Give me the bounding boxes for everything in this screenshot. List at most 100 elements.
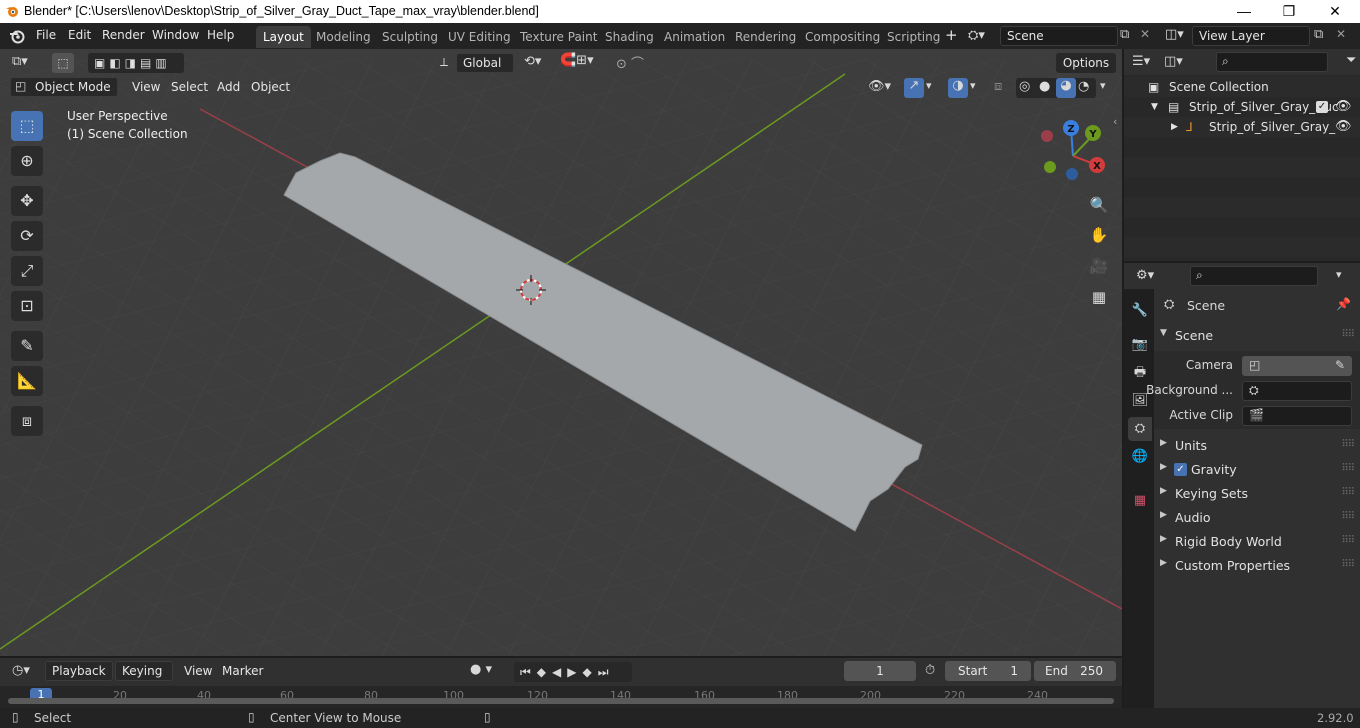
exclude-checkbox[interactable]: ✓ [1316, 101, 1328, 113]
expand-arrow-icon[interactable]: ▼ [1151, 97, 1158, 117]
editor-type-icon[interactable]: ⧉▾ [12, 54, 28, 69]
properties-search-input[interactable] [1190, 266, 1318, 286]
properties-options-icon[interactable]: ▾ [1336, 268, 1342, 281]
outliner-row-collection[interactable]: ▼ ▤ Strip_of_Silver_Gray_Duc ✓ 👁 [1124, 97, 1360, 117]
maximize-button[interactable]: ❐ [1266, 0, 1312, 23]
tab-uv-editing[interactable]: UV Editing [441, 26, 518, 48]
add-cube-tool-icon[interactable]: ⧈ [11, 406, 43, 436]
outliner-row-scene-collection[interactable]: ▣ Scene Collection [1124, 77, 1360, 97]
camera-view-icon[interactable]: 🎥 [1086, 253, 1112, 279]
xray-toggle-icon[interactable]: ⧈ [994, 79, 1002, 94]
overlay-toggle-icon[interactable]: ◑ [948, 78, 968, 98]
pivot-point-icon[interactable]: ⟲▾ [524, 54, 541, 69]
tab-layout[interactable]: Layout [256, 26, 311, 48]
solid-shading-icon[interactable]: ● [1039, 79, 1050, 94]
timeline-menu-marker[interactable]: Marker [222, 664, 263, 678]
selection-mode-icons[interactable]: ▣◧◨▤▥ [88, 53, 184, 73]
remove-scene-icon[interactable]: ✕ [1140, 27, 1150, 41]
minimize-button[interactable]: — [1221, 0, 1267, 23]
view-layer-icon[interactable]: ◫▾ [1165, 27, 1184, 42]
gizmo-dropdown-icon[interactable]: ▾ [926, 79, 932, 92]
gizmo-toggle-icon[interactable]: ↗ [904, 78, 924, 98]
eyedropper-icon[interactable]: ✎ [1335, 358, 1345, 372]
orientation-icon[interactable]: ⟂ [440, 55, 448, 70]
options-dropdown[interactable]: Options [1056, 53, 1116, 73]
viewport-menu-object[interactable]: Object [251, 80, 290, 94]
scene-selector[interactable]: Scene [1000, 26, 1118, 46]
close-window-button[interactable]: ✕ [1312, 0, 1358, 23]
scene-tab-icon[interactable]: ⛭ [1128, 417, 1152, 441]
view-layer-selector[interactable]: View Layer [1192, 26, 1310, 46]
eye-icon[interactable]: 👁 [1335, 117, 1352, 137]
playback-menu[interactable]: Playback [45, 661, 113, 681]
overlay-dropdown-icon[interactable]: ▾ [970, 79, 976, 92]
menu-window[interactable]: Window [152, 28, 199, 42]
audio-panel-header[interactable]: ▶ Audio ⠿⠿ [1154, 506, 1360, 530]
transform-orientation-dropdown[interactable]: Global [456, 53, 514, 73]
eye-icon[interactable]: 👁 [1335, 97, 1352, 117]
current-frame-field[interactable]: 1 [844, 661, 916, 681]
start-frame-field[interactable]: Start 1 [945, 661, 1031, 681]
rendered-shading-icon[interactable]: ◔ [1078, 79, 1089, 94]
add-workspace-icon[interactable]: + [945, 26, 958, 44]
select-tool-icon[interactable]: ⬚ [52, 53, 74, 73]
transform-tool-icon[interactable]: ⊡ [11, 291, 43, 321]
texture-tab-icon[interactable]: ▦ [1128, 489, 1152, 513]
render-tab-icon[interactable]: 📷 [1128, 333, 1152, 357]
pin-icon[interactable]: 📌 [1336, 297, 1351, 311]
outliner-search-input[interactable] [1216, 52, 1328, 72]
world-tab-icon[interactable]: 🌐 [1128, 445, 1152, 469]
sidebar-toggle-icon[interactable]: ‹ [1113, 115, 1117, 128]
scene-panel-header[interactable]: ▼ Scene ⠿⠿ [1154, 324, 1360, 348]
keying-menu[interactable]: Keying [115, 661, 173, 681]
viewport-menu-add[interactable]: Add [217, 80, 240, 94]
tab-animation[interactable]: Animation [657, 26, 732, 48]
cursor-tool-icon[interactable]: ⊕ [11, 146, 43, 176]
ortho-toggle-icon[interactable]: ▦ [1086, 284, 1112, 310]
blender-menu-icon[interactable] [9, 28, 25, 44]
timeline-ruler[interactable]: 1 20 40 60 80 100 120 140 160 180 200 22… [0, 686, 1122, 708]
visibility-icon[interactable]: 👁▾ [868, 79, 891, 94]
menu-render[interactable]: Render [102, 28, 145, 42]
stopwatch-icon[interactable]: ⏱ [925, 663, 935, 678]
units-panel-header[interactable]: ▶ Units ⠿⠿ [1154, 434, 1360, 458]
tab-texture-paint[interactable]: Texture Paint [513, 26, 604, 48]
material-shading-icon[interactable]: ◕ [1056, 78, 1076, 98]
menu-edit[interactable]: Edit [68, 28, 91, 42]
tool-tab-icon[interactable]: 🔧 [1128, 299, 1152, 323]
snap-icon[interactable]: 🧲⊞▾ [560, 53, 594, 68]
move-tool-icon[interactable]: ✥ [11, 186, 43, 216]
rigid-body-world-panel-header[interactable]: ▶ Rigid Body World ⠿⠿ [1154, 530, 1360, 554]
output-tab-icon[interactable]: 🖶 [1128, 361, 1152, 385]
scale-tool-icon[interactable]: ⤢ [11, 256, 43, 286]
3d-viewport[interactable]: Z Y X ⧉▾ ⬚ ▣◧◨▤▥ ⟂ Global ⟲▾ 🧲⊞▾ ⊙ ⌒ Opt… [0, 49, 1122, 656]
outliner-row-object[interactable]: ▶ ⅃ Strip_of_Silver_Gray_ 👁 [1124, 117, 1360, 137]
properties-editor-type-icon[interactable]: ⚙▾ [1136, 268, 1154, 283]
tab-sculpting[interactable]: Sculpting [375, 26, 445, 48]
keying-sets-panel-header[interactable]: ▶ Keying Sets ⠿⠿ [1154, 482, 1360, 506]
filter-icon[interactable]: ⏷ [1346, 53, 1356, 68]
scene-icon[interactable]: ⛭▾ [968, 28, 985, 43]
timeline-menu-view[interactable]: View [184, 664, 212, 678]
tab-modeling[interactable]: Modeling [309, 26, 378, 48]
timeline-scrollbar[interactable] [8, 698, 1114, 704]
tab-compositing[interactable]: Compositing [798, 26, 887, 48]
tab-scripting[interactable]: Scripting [880, 26, 947, 48]
viewport-menu-select[interactable]: Select [171, 80, 208, 94]
menu-file[interactable]: File [36, 28, 56, 42]
outliner-editor-type-icon[interactable]: ☰▾ [1132, 54, 1150, 69]
shading-dropdown-icon[interactable]: ▾ [1100, 79, 1106, 92]
annotate-tool-icon[interactable]: ✎ [11, 331, 43, 361]
viewport-menu-view[interactable]: View [132, 80, 160, 94]
proportional-edit-icon[interactable]: ⊙ ⌒ [616, 53, 644, 72]
tab-rendering[interactable]: Rendering [728, 26, 803, 48]
menu-help[interactable]: Help [207, 28, 234, 42]
remove-view-layer-icon[interactable]: ✕ [1336, 27, 1346, 41]
gravity-panel-header[interactable]: ▶ ✓ Gravity ⠿⠿ [1154, 458, 1360, 482]
copy-view-layer-icon[interactable]: ⧉ [1314, 27, 1323, 42]
pan-hand-icon[interactable]: ✋ [1086, 222, 1112, 248]
expand-arrow-icon[interactable]: ▶ [1171, 117, 1178, 137]
measure-tool-icon[interactable]: 📐 [11, 366, 43, 396]
timeline-editor-type-icon[interactable]: ◷▾ [12, 663, 30, 678]
tab-shading[interactable]: Shading [598, 26, 661, 48]
